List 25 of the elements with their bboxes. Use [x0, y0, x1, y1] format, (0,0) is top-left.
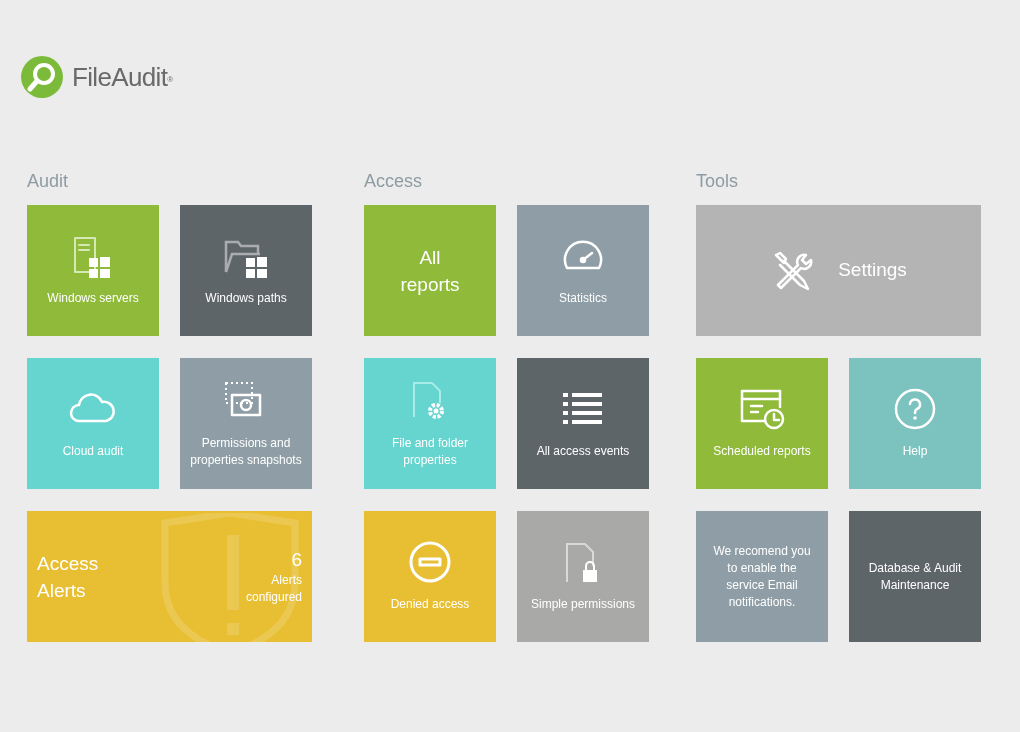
alert-title: Access Alerts — [37, 551, 100, 603]
tile-button[interactable]: File and folder properties — [364, 358, 496, 489]
tile-button[interactable]: All access events — [517, 358, 649, 489]
alert-caption: Alerts configured — [244, 571, 302, 606]
tile-button[interactable]: Database & Audit Maintenance — [849, 511, 981, 642]
app-name: FileAudit$^{®}$ — [72, 60, 173, 94]
tile-button[interactable]: Denied access — [364, 511, 496, 642]
tile-button[interactable]: Windows servers — [27, 205, 159, 336]
section-heading: Audit — [27, 170, 70, 193]
section-heading: Access — [364, 170, 424, 193]
tile-button[interactable]: Cloud audit — [27, 358, 159, 489]
tile-button[interactable]: Help — [849, 358, 981, 489]
calendar-clock-icon — [738, 387, 786, 431]
tile-button[interactable]: Windows paths — [180, 205, 312, 336]
section-heading: Tools — [696, 170, 740, 193]
tile-button[interactable]: We recomend you to enable the service Email notifications. — [696, 511, 828, 642]
tile-button[interactable]: Settings — [696, 205, 981, 336]
tile-button[interactable]: Scheduled reports — [696, 358, 828, 489]
alert-count: 6 — [291, 547, 302, 572]
tile-button[interactable]: All reports — [364, 205, 496, 336]
alert-tile[interactable]: Access Alerts 6 Alerts configured — [27, 511, 312, 642]
tile-button[interactable]: Statistics — [517, 205, 649, 336]
tile-button[interactable]: Permissions and properties snapshots — [180, 358, 312, 489]
tile-button[interactable]: Simple permissions — [517, 511, 649, 642]
magnifier-logo-icon — [20, 55, 64, 99]
